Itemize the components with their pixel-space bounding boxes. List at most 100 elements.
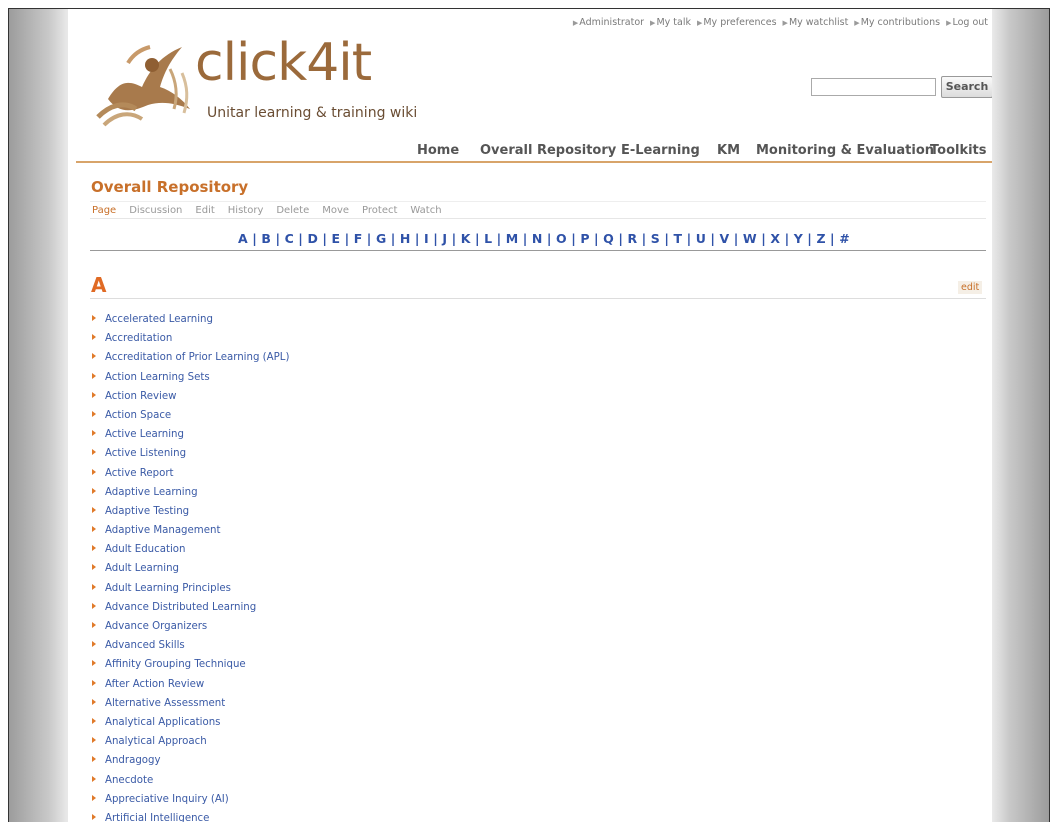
nav-home[interactable]: Home — [417, 143, 459, 158]
personal-link-my-talk[interactable]: ▶My talk — [650, 17, 691, 28]
list-item-label: Action Space — [105, 409, 172, 421]
alphabet-link[interactable]: U — [696, 231, 706, 246]
tab-edit[interactable]: Edit — [195, 205, 214, 216]
arrow-right-icon: ▶ — [650, 19, 656, 27]
alphabet-link[interactable]: X — [770, 231, 780, 246]
alphabet-separator: | — [566, 231, 581, 246]
list-item[interactable]: Action Review — [92, 390, 289, 409]
list-item[interactable]: Appreciative Inquiry (AI) — [92, 793, 289, 812]
list-item[interactable]: Accreditation of Prior Learning (APL) — [92, 351, 289, 370]
list-item[interactable]: Action Learning Sets — [92, 371, 289, 390]
alphabet-link[interactable]: W — [743, 231, 757, 246]
list-item[interactable]: Alternative Assessment — [92, 697, 289, 716]
bullet-arrow-icon — [92, 717, 96, 724]
bullet-arrow-icon — [92, 813, 96, 820]
tab-delete[interactable]: Delete — [276, 205, 309, 216]
bullet-arrow-icon — [92, 641, 96, 648]
alphabet-link[interactable]: T — [673, 231, 682, 246]
alphabet-link[interactable]: H — [400, 231, 411, 246]
alphabet-link[interactable]: K — [461, 231, 471, 246]
personal-link-log-out[interactable]: ▶Log out — [946, 17, 988, 28]
list-item[interactable]: After Action Review — [92, 678, 289, 697]
list-item[interactable]: Accelerated Learning — [92, 313, 289, 332]
alphabet-link[interactable]: V — [720, 231, 730, 246]
alphabet-link[interactable]: L — [484, 231, 492, 246]
alphabet-link[interactable]: O — [556, 231, 567, 246]
personal-link-my-watchlist[interactable]: ▶My watchlist — [783, 17, 849, 28]
tab-protect[interactable]: Protect — [362, 205, 397, 216]
nav-km[interactable]: KM — [717, 143, 740, 158]
personal-link-administrator[interactable]: ▶Administrator — [573, 17, 644, 28]
alphabet-separator: | — [542, 231, 557, 246]
list-item-label: Adult Learning Principles — [105, 582, 231, 594]
nav-overall-repository[interactable]: Overall Repository — [480, 143, 616, 158]
alphabet-separator: | — [317, 231, 332, 246]
list-item[interactable]: Active Report — [92, 467, 289, 486]
search-input[interactable] — [811, 78, 936, 96]
personal-link-my-preferences[interactable]: ▶My preferences — [697, 17, 777, 28]
alphabet-link[interactable]: S — [651, 231, 660, 246]
alphabet-link[interactable]: G — [376, 231, 386, 246]
alphabet-link[interactable]: C — [285, 231, 294, 246]
bullet-arrow-icon — [92, 372, 96, 379]
list-item[interactable]: Adaptive Management — [92, 524, 289, 543]
alphabet-link[interactable]: B — [261, 231, 271, 246]
logo[interactable]: click4it Unitar learning & training wiki — [90, 37, 435, 129]
tab-watch[interactable]: Watch — [410, 205, 441, 216]
page-title: Overall Repository — [91, 178, 249, 196]
list-item[interactable]: Active Learning — [92, 428, 289, 447]
list-item[interactable]: Action Space — [92, 409, 289, 428]
tab-discussion[interactable]: Discussion — [129, 205, 182, 216]
list-item[interactable]: Adult Education — [92, 543, 289, 562]
personal-link-my-contributions[interactable]: ▶My contributions — [854, 17, 940, 28]
alphabet-link[interactable]: Z — [816, 231, 825, 246]
list-item-label: Accreditation — [105, 333, 173, 345]
alphabet-link[interactable]: E — [332, 231, 341, 246]
list-item[interactable]: Active Listening — [92, 447, 289, 466]
alphabet-separator: | — [340, 231, 354, 246]
list-item[interactable]: Adaptive Learning — [92, 486, 289, 505]
bullet-arrow-icon — [92, 487, 96, 494]
list-item[interactable]: Advance Organizers — [92, 620, 289, 639]
wiki-page: ▶Administrator ▶My talk ▶My preferences ▶My… — [68, 9, 992, 822]
list-item[interactable]: Advanced Skills — [92, 639, 289, 658]
logo-emblem-icon — [96, 45, 190, 127]
nav-monitoring-evaluation[interactable]: Monitoring & Evaluation — [756, 143, 934, 158]
actions-bottom-divider — [90, 218, 986, 219]
bullet-arrow-icon — [92, 506, 96, 513]
list-item-label: Anecdote — [105, 774, 154, 786]
list-item[interactable]: Adult Learning Principles — [92, 582, 289, 601]
list-item[interactable]: Affinity Grouping Technique — [92, 658, 289, 677]
nav-e-learning[interactable]: E-Learning — [621, 143, 700, 158]
alphabet-index: A | B | C | D | E | F | G | H | I | J | … — [238, 231, 850, 246]
alphabet-link[interactable]: R — [627, 231, 637, 246]
tab-move[interactable]: Move — [322, 205, 349, 216]
list-item-label: Alternative Assessment — [105, 697, 226, 709]
alphabet-link[interactable]: # — [839, 231, 850, 246]
tab-page[interactable]: Page — [92, 205, 116, 216]
tab-history[interactable]: History — [228, 205, 264, 216]
alphabet-link[interactable]: P — [580, 231, 589, 246]
nav-toolkits[interactable]: Toolkits — [930, 143, 987, 158]
alphabet-link[interactable]: A — [238, 231, 248, 246]
alphabet-link[interactable]: D — [307, 231, 317, 246]
arrow-right-icon: ▶ — [854, 19, 860, 27]
list-item[interactable]: Adult Learning — [92, 562, 289, 581]
alphabet-link[interactable]: Q — [603, 231, 614, 246]
alphabet-link[interactable]: N — [532, 231, 543, 246]
list-item[interactable]: Accreditation — [92, 332, 289, 351]
alphabet-link[interactable]: Y — [794, 231, 803, 246]
alphabet-link[interactable]: M — [506, 231, 519, 246]
list-item[interactable]: Artificial Intelligence — [92, 812, 289, 822]
list-item[interactable]: Anecdote — [92, 774, 289, 793]
section-edit-link[interactable]: edit — [958, 281, 983, 294]
list-item[interactable]: Andragogy — [92, 754, 289, 773]
section-divider — [90, 298, 986, 299]
list-item-label: Affinity Grouping Technique — [105, 659, 246, 671]
list-item[interactable]: Advance Distributed Learning — [92, 601, 289, 620]
alphabet-separator: | — [410, 231, 425, 246]
search-button[interactable]: Search — [941, 76, 992, 98]
list-item[interactable]: Adaptive Testing — [92, 505, 289, 524]
list-item[interactable]: Analytical Approach — [92, 735, 289, 754]
list-item[interactable]: Analytical Applications — [92, 716, 289, 735]
